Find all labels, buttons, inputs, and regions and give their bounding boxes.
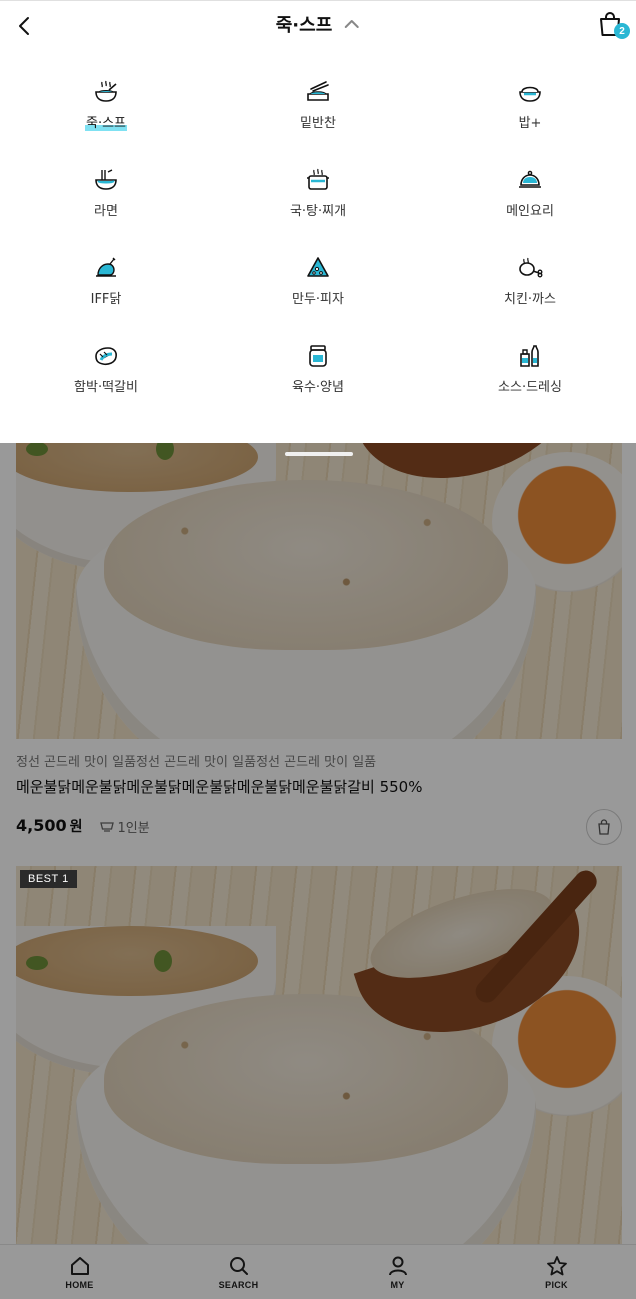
category-label: 국·탕·찌개 xyxy=(289,204,347,219)
category-hamburg-tteokgalbi[interactable]: 함박·떡갈비 xyxy=(0,342,212,400)
category-selector[interactable]: 죽·스프 xyxy=(276,11,361,37)
category-broth-seasoning[interactable]: 육수·양념 xyxy=(212,342,424,400)
category-grid: 죽·스프 밑반찬 밥+ 라면 국·탕·찌개 메인요리 IFF닭 만두·피자 치킨… xyxy=(0,78,636,400)
category-soup-stew[interactable]: 국·탕·찌개 xyxy=(212,166,424,224)
category-label: 만두·피자 xyxy=(292,292,344,307)
sauce-bottles-icon xyxy=(520,345,539,367)
category-label: 소스·드레싱 xyxy=(498,380,562,395)
category-label: 밥+ xyxy=(518,116,542,131)
category-label: 메인요리 xyxy=(506,204,554,219)
porridge-bowl-icon xyxy=(95,80,117,102)
cart-count-badge: 2 xyxy=(614,23,630,39)
steak-icon xyxy=(95,347,117,366)
category-dumpling-pizza[interactable]: 만두·피자 xyxy=(212,254,424,312)
category-fried-chicken-cutlet[interactable]: 치킨·까스 xyxy=(424,254,636,312)
category-rice[interactable]: 밥+ xyxy=(424,78,636,136)
header: 죽·스프 2 xyxy=(0,0,636,50)
category-sauce-dressing[interactable]: 소스·드레싱 xyxy=(424,342,636,400)
category-dropdown: 죽·스프 2 죽·스프 밑반찬 밥+ 라면 국·탕·찌개 메인요리 IFF닭 만… xyxy=(0,0,636,443)
drumstick-icon xyxy=(519,257,543,278)
category-ramen[interactable]: 라면 xyxy=(0,166,212,224)
side-dish-icon xyxy=(307,81,329,101)
jar-icon xyxy=(309,345,327,367)
cart-button[interactable]: 2 xyxy=(598,11,630,41)
noodle-bowl-icon xyxy=(95,169,117,190)
category-label: 라면 xyxy=(94,204,118,219)
pizza-slice-icon xyxy=(307,257,329,277)
rice-bowl-icon xyxy=(519,86,541,102)
page-title: 죽·스프 xyxy=(275,15,333,36)
chevron-up-icon xyxy=(344,20,359,28)
category-side-dish[interactable]: 밑반찬 xyxy=(212,78,424,136)
category-porridge-soup[interactable]: 죽·스프 xyxy=(0,78,212,136)
category-iff-chicken[interactable]: IFF닭 xyxy=(0,254,212,312)
category-label: 함박·떡갈비 xyxy=(74,380,138,395)
best-badge: BEST 1 xyxy=(20,870,77,888)
soup-pot-icon xyxy=(307,168,329,190)
category-label: 육수·양념 xyxy=(292,380,344,395)
sheet-grabber[interactable] xyxy=(285,452,353,456)
category-main-dish[interactable]: 메인요리 xyxy=(424,166,636,224)
category-label: 죽·스프 xyxy=(84,112,128,131)
category-label: 치킨·까스 xyxy=(504,292,556,307)
cloche-icon xyxy=(519,170,541,188)
chicken-icon xyxy=(96,257,116,277)
back-icon[interactable] xyxy=(12,13,38,39)
category-label: IFF닭 xyxy=(90,292,122,307)
category-label: 밑반찬 xyxy=(300,116,336,131)
